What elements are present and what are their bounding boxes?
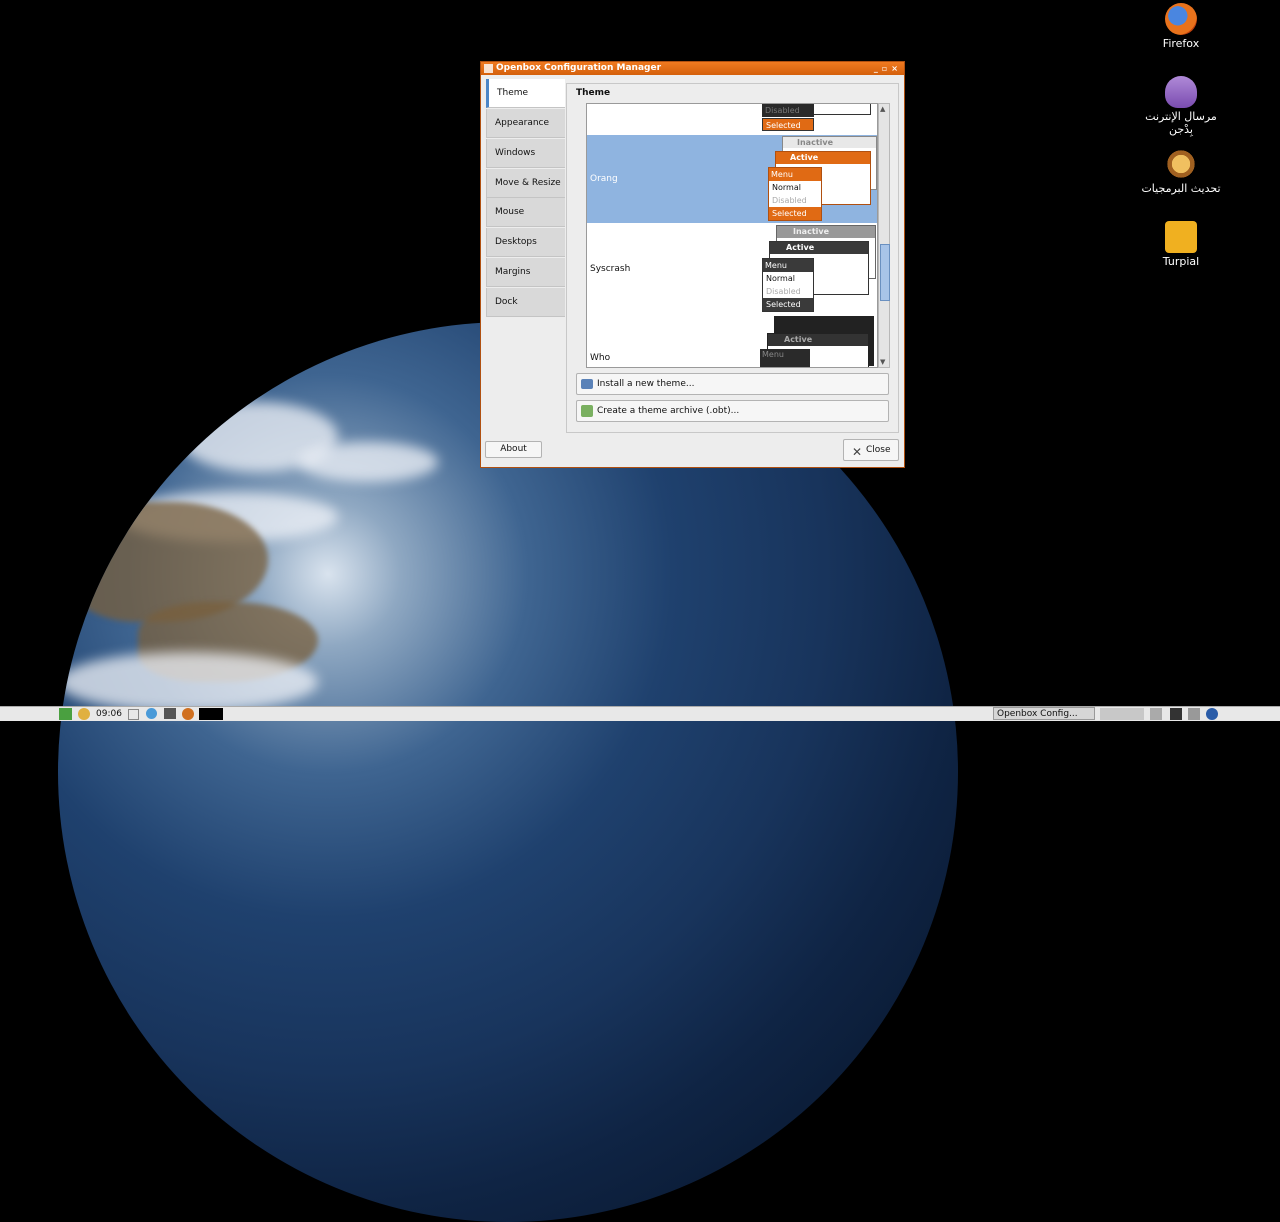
network-icon[interactable]	[146, 708, 157, 719]
theme-row-syscrash[interactable]: Syscrash Inactive Active Menu Normal Dis…	[587, 224, 877, 316]
tray-icon-1[interactable]	[1150, 708, 1162, 720]
theme-name: Syscrash	[590, 264, 631, 274]
theme-name: Orang	[590, 174, 618, 184]
start-menu-icon[interactable]	[59, 708, 72, 720]
theme-row-who[interactable]: Who Active Menu	[587, 316, 877, 367]
menu-title: Menu	[762, 350, 784, 359]
terminal-icon[interactable]	[164, 708, 176, 719]
tab-appearance[interactable]: Appearance	[486, 109, 565, 138]
firefox-icon	[1165, 3, 1197, 35]
tab-theme[interactable]: Theme	[486, 79, 565, 108]
tab-mouse[interactable]: Mouse	[486, 198, 565, 227]
maximize-button[interactable]: ▫	[882, 64, 891, 73]
scrollbar-thumb[interactable]	[880, 244, 890, 301]
desktop-icon-pidgin[interactable]: مرسال الإنترنت بِدْجن	[1141, 76, 1221, 136]
desktop-icon-label: تحديث البرمجيات	[1141, 182, 1221, 195]
task-openbox-config[interactable]: Openbox Config...	[993, 707, 1095, 720]
taskbar: 09:06 Openbox Config...	[0, 706, 1280, 721]
window-titlebar[interactable]: Openbox Configuration Manager _▫×	[481, 62, 904, 75]
window-title: Openbox Configuration Manager	[496, 63, 662, 73]
desktop-icon-label: Turpial	[1162, 255, 1200, 268]
tab-margins[interactable]: Margins	[486, 258, 565, 287]
install-button-label: Install a new theme...	[597, 379, 695, 389]
desktop-icon-label: Firefox	[1162, 37, 1200, 50]
create-archive-button[interactable]: Create a theme archive (.obt)...	[576, 400, 889, 422]
menu-selected: Selected	[769, 207, 821, 220]
archive-button-label: Create a theme archive (.obt)...	[597, 406, 740, 416]
active-title: Active	[768, 334, 868, 346]
theme-name: Who	[590, 353, 611, 363]
section-title: Theme	[576, 88, 611, 98]
clock: 09:06	[96, 709, 122, 719]
menu-disabled: Disabled	[772, 196, 807, 205]
prev-menu-disabled: Disabled	[762, 104, 814, 117]
install-theme-button[interactable]: Install a new theme...	[576, 373, 889, 395]
pidgin-icon	[1165, 76, 1197, 108]
inactive-title: Inactive	[783, 137, 876, 148]
desktop-icon-label: مرسال الإنترنت بِدْجن	[1145, 110, 1217, 136]
menu-selected: Selected	[763, 298, 813, 311]
tab-dock[interactable]: Dock	[486, 288, 565, 317]
minimize-button[interactable]: _	[874, 64, 882, 73]
close-button[interactable]: ✕ Close	[843, 439, 899, 461]
desktop-icon-firefox[interactable]: Firefox	[1141, 3, 1221, 50]
close-window-button[interactable]: ×	[891, 64, 902, 73]
menu-title: Menu	[763, 259, 813, 272]
fedora-icon[interactable]	[1206, 708, 1218, 720]
window-app-icon	[484, 64, 493, 73]
tab-move-resize[interactable]: Move & Resize	[486, 169, 565, 198]
prev-menu-selected: Selected	[762, 118, 814, 131]
show-desktop-icon[interactable]	[128, 709, 139, 720]
archive-icon	[581, 405, 593, 417]
menu-title: Menu	[769, 168, 821, 181]
software-update-icon	[1165, 148, 1197, 180]
desktop-icon-turpial[interactable]: Turpial	[1141, 221, 1221, 268]
scroll-up-arrow[interactable]: ▲	[880, 105, 885, 113]
tab-windows[interactable]: Windows	[486, 139, 565, 168]
media-icon[interactable]	[182, 708, 194, 720]
menu-preview: Menu Normal Disabled Selected	[762, 258, 814, 312]
close-icon: ✕	[852, 445, 863, 459]
about-button-label: About	[500, 444, 527, 454]
theme-list-scrollbar[interactable]: ▲ ▼	[878, 103, 890, 368]
desktop-pager[interactable]	[1100, 708, 1144, 720]
theme-list[interactable]: Disabled Selected Orang Inactive Active …	[586, 103, 878, 368]
menu-preview: Menu Normal Disabled Selected	[768, 167, 822, 221]
inactive-title: Inactive	[777, 226, 875, 238]
close-button-label: Close	[866, 445, 891, 455]
menu-normal: Normal	[766, 274, 795, 283]
menu-normal: Normal	[772, 183, 801, 192]
tab-desktops[interactable]: Desktops	[486, 228, 565, 257]
turpial-icon	[1165, 221, 1197, 253]
app-launcher-icon[interactable]	[78, 708, 90, 720]
active-title: Active	[776, 152, 870, 164]
active-title: Active	[770, 242, 868, 254]
desktop-icon-update[interactable]: تحديث البرمجيات	[1141, 148, 1221, 195]
scroll-down-arrow[interactable]: ▼	[880, 358, 885, 366]
about-button[interactable]: About	[485, 441, 542, 458]
tray-icon-2[interactable]	[1170, 708, 1182, 720]
tray-icon-3[interactable]	[1188, 708, 1200, 720]
menu-disabled: Disabled	[766, 287, 801, 296]
task-label: Openbox Config...	[997, 709, 1078, 719]
install-icon	[581, 379, 593, 389]
black-task-icon[interactable]	[199, 708, 223, 720]
menu-preview: Menu	[760, 349, 810, 367]
theme-row-orang[interactable]: Orang Inactive Active Menu Normal Disabl…	[587, 135, 877, 223]
